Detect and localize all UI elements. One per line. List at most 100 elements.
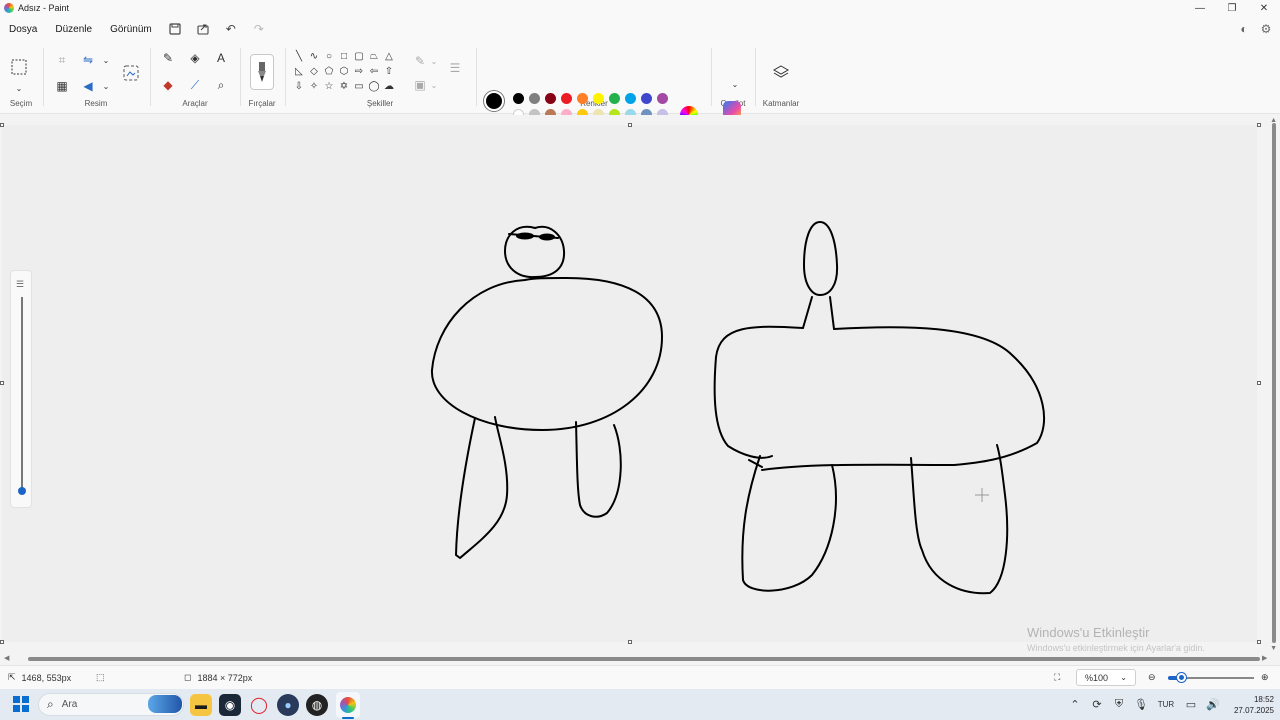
eraser-icon[interactable]: ◆	[158, 75, 178, 95]
shape-size-icon[interactable]: ☰	[444, 58, 466, 78]
security-shield-icon[interactable]: ⛨	[1108, 689, 1130, 720]
callout-cloud-shape-icon[interactable]: ☁	[382, 79, 396, 93]
five-star-shape-icon[interactable]: ☆	[322, 79, 336, 93]
clock[interactable]: 18:52 27.07.2025	[1224, 694, 1280, 716]
palette-swatch[interactable]	[545, 93, 556, 104]
resize-handle-tl[interactable]	[0, 123, 4, 127]
settings-gear-icon[interactable]: ⚙	[1258, 21, 1274, 37]
copilot-dropdown-icon[interactable]: ⌄	[725, 74, 745, 94]
resize-handle-bl[interactable]	[0, 640, 4, 644]
horizontal-scrollbar[interactable]	[28, 657, 1260, 661]
diamond-shape-icon[interactable]: ◇	[307, 64, 321, 78]
zoom-out-icon[interactable]: ⊖	[1148, 666, 1156, 689]
brush-size-knob[interactable]	[18, 487, 26, 495]
selection-dropdown-icon[interactable]: ⌄	[9, 78, 29, 98]
selection-rect-icon[interactable]	[9, 56, 29, 78]
left-arrow-shape-icon[interactable]: ⇦	[367, 64, 381, 78]
undo-icon[interactable]: ↶	[217, 16, 245, 42]
restore-button[interactable]: ❐	[1216, 0, 1248, 16]
sync-icon[interactable]: ⟳	[1086, 689, 1108, 720]
curve-shape-icon[interactable]: ∿	[307, 49, 321, 63]
menu-file[interactable]: Dosya	[0, 16, 46, 42]
palette-swatch[interactable]	[609, 93, 620, 104]
resize-handle-bottom[interactable]	[628, 640, 632, 644]
rotate-dropdown-icon[interactable]: ⌄	[96, 76, 116, 96]
six-star-shape-icon[interactable]: ✡	[337, 79, 351, 93]
scroll-down-arrow-icon[interactable]: ▼	[1270, 645, 1277, 652]
resize-handle-br[interactable]	[1257, 640, 1261, 644]
scroll-right-arrow-icon[interactable]: ▶	[1262, 654, 1267, 662]
opera-icon[interactable]: ◯	[248, 694, 270, 716]
rounded-rect-shape-icon[interactable]: ▢	[352, 49, 366, 63]
callout-rect-shape-icon[interactable]: ▭	[352, 79, 366, 93]
callout-oval-shape-icon[interactable]: ◯	[367, 79, 381, 93]
polygon-shape-icon[interactable]: ⏢	[367, 49, 381, 63]
rectangle-shape-icon[interactable]: □	[337, 49, 351, 63]
zoom-in-icon[interactable]: ⊕	[1261, 666, 1269, 689]
fill-bucket-icon[interactable]: ◈	[185, 48, 205, 68]
close-button[interactable]: ✕	[1248, 0, 1280, 16]
image-effects-icon[interactable]: ▦	[52, 76, 72, 96]
palette-swatch[interactable]	[641, 93, 652, 104]
up-arrow-shape-icon[interactable]: ⇧	[382, 64, 396, 78]
resize-dropdown-icon[interactable]: ⌄	[96, 50, 116, 70]
rotate-icon[interactable]: ◀	[78, 76, 98, 96]
menu-edit[interactable]: Düzenle	[46, 16, 101, 42]
microphone-icon[interactable]: 🎙	[1130, 689, 1152, 720]
brush-button[interactable]	[250, 54, 274, 90]
resize-handle-tr[interactable]	[1257, 123, 1261, 127]
text-icon[interactable]: A	[211, 48, 231, 68]
pencil-icon[interactable]: ✎	[158, 48, 178, 68]
primary-color-swatch[interactable]	[484, 91, 504, 111]
palette-swatch[interactable]	[529, 93, 540, 104]
fit-to-window-icon[interactable]: ⛶	[1054, 666, 1060, 689]
vertical-scrollbar[interactable]	[1272, 123, 1276, 643]
language-indicator[interactable]: TUR	[1152, 689, 1180, 720]
start-button-windows-icon[interactable]	[13, 696, 29, 712]
menu-view[interactable]: Görünüm	[101, 16, 161, 42]
palette-swatch[interactable]	[593, 93, 604, 104]
right-triangle-shape-icon[interactable]: ◺	[292, 64, 306, 78]
four-star-shape-icon[interactable]: ✧	[307, 79, 321, 93]
palette-swatch[interactable]	[561, 93, 572, 104]
color-picker-icon[interactable]: ⟋	[185, 75, 205, 95]
outline-dropdown-icon[interactable]: ⌄	[424, 51, 444, 71]
hexagon-shape-icon[interactable]: ⬡	[337, 64, 351, 78]
account-icon[interactable]: ◐	[1236, 21, 1252, 37]
palette-swatch[interactable]	[577, 93, 588, 104]
oval-shape-icon[interactable]: ○	[322, 49, 336, 63]
down-arrow-shape-icon[interactable]: ⇩	[292, 79, 306, 93]
resize-handle-left[interactable]	[0, 381, 4, 385]
magnifier-icon[interactable]: ⌕	[211, 75, 231, 95]
paint-taskbar-icon[interactable]	[337, 694, 359, 716]
zoom-level-select[interactable]: %100 ⌄	[1076, 669, 1136, 686]
scroll-left-arrow-icon[interactable]: ◀	[4, 654, 9, 662]
zoom-slider-knob[interactable]	[1177, 673, 1186, 682]
resize-handle-right[interactable]	[1257, 381, 1261, 385]
minimize-button[interactable]: —	[1184, 0, 1216, 16]
crop-icon[interactable]: ⌗	[52, 50, 72, 70]
redo-icon[interactable]: ↷	[245, 16, 273, 42]
save-icon[interactable]	[161, 16, 189, 42]
steam-icon[interactable]: ◉	[219, 694, 241, 716]
app-circle-icon[interactable]: ●	[277, 694, 299, 716]
triangle-shape-icon[interactable]: △	[382, 49, 396, 63]
volume-icon[interactable]: 🔊	[1202, 689, 1224, 720]
drawing-canvas[interactable]	[2, 125, 1257, 642]
pentagon-shape-icon[interactable]: ⬠	[322, 64, 336, 78]
remove-background-icon[interactable]	[120, 62, 142, 84]
obs-icon[interactable]: ◍	[306, 694, 328, 716]
line-shape-icon[interactable]: ╲	[292, 49, 306, 63]
layers-icon[interactable]	[771, 62, 791, 82]
palette-swatch[interactable]	[657, 93, 668, 104]
resize-icon[interactable]: ⇋	[78, 50, 98, 70]
share-icon[interactable]	[189, 16, 217, 42]
fill-dropdown-icon[interactable]: ⌄	[424, 75, 444, 95]
palette-swatch[interactable]	[513, 93, 524, 104]
resize-handle-top[interactable]	[628, 123, 632, 127]
file-explorer-icon[interactable]: ▬	[190, 694, 212, 716]
show-hidden-icons-chevron-icon[interactable]: ⌃	[1064, 689, 1086, 720]
right-arrow-shape-icon[interactable]: ⇨	[352, 64, 366, 78]
display-icon[interactable]: ▭	[1180, 689, 1202, 720]
brush-size-track[interactable]	[21, 297, 23, 489]
